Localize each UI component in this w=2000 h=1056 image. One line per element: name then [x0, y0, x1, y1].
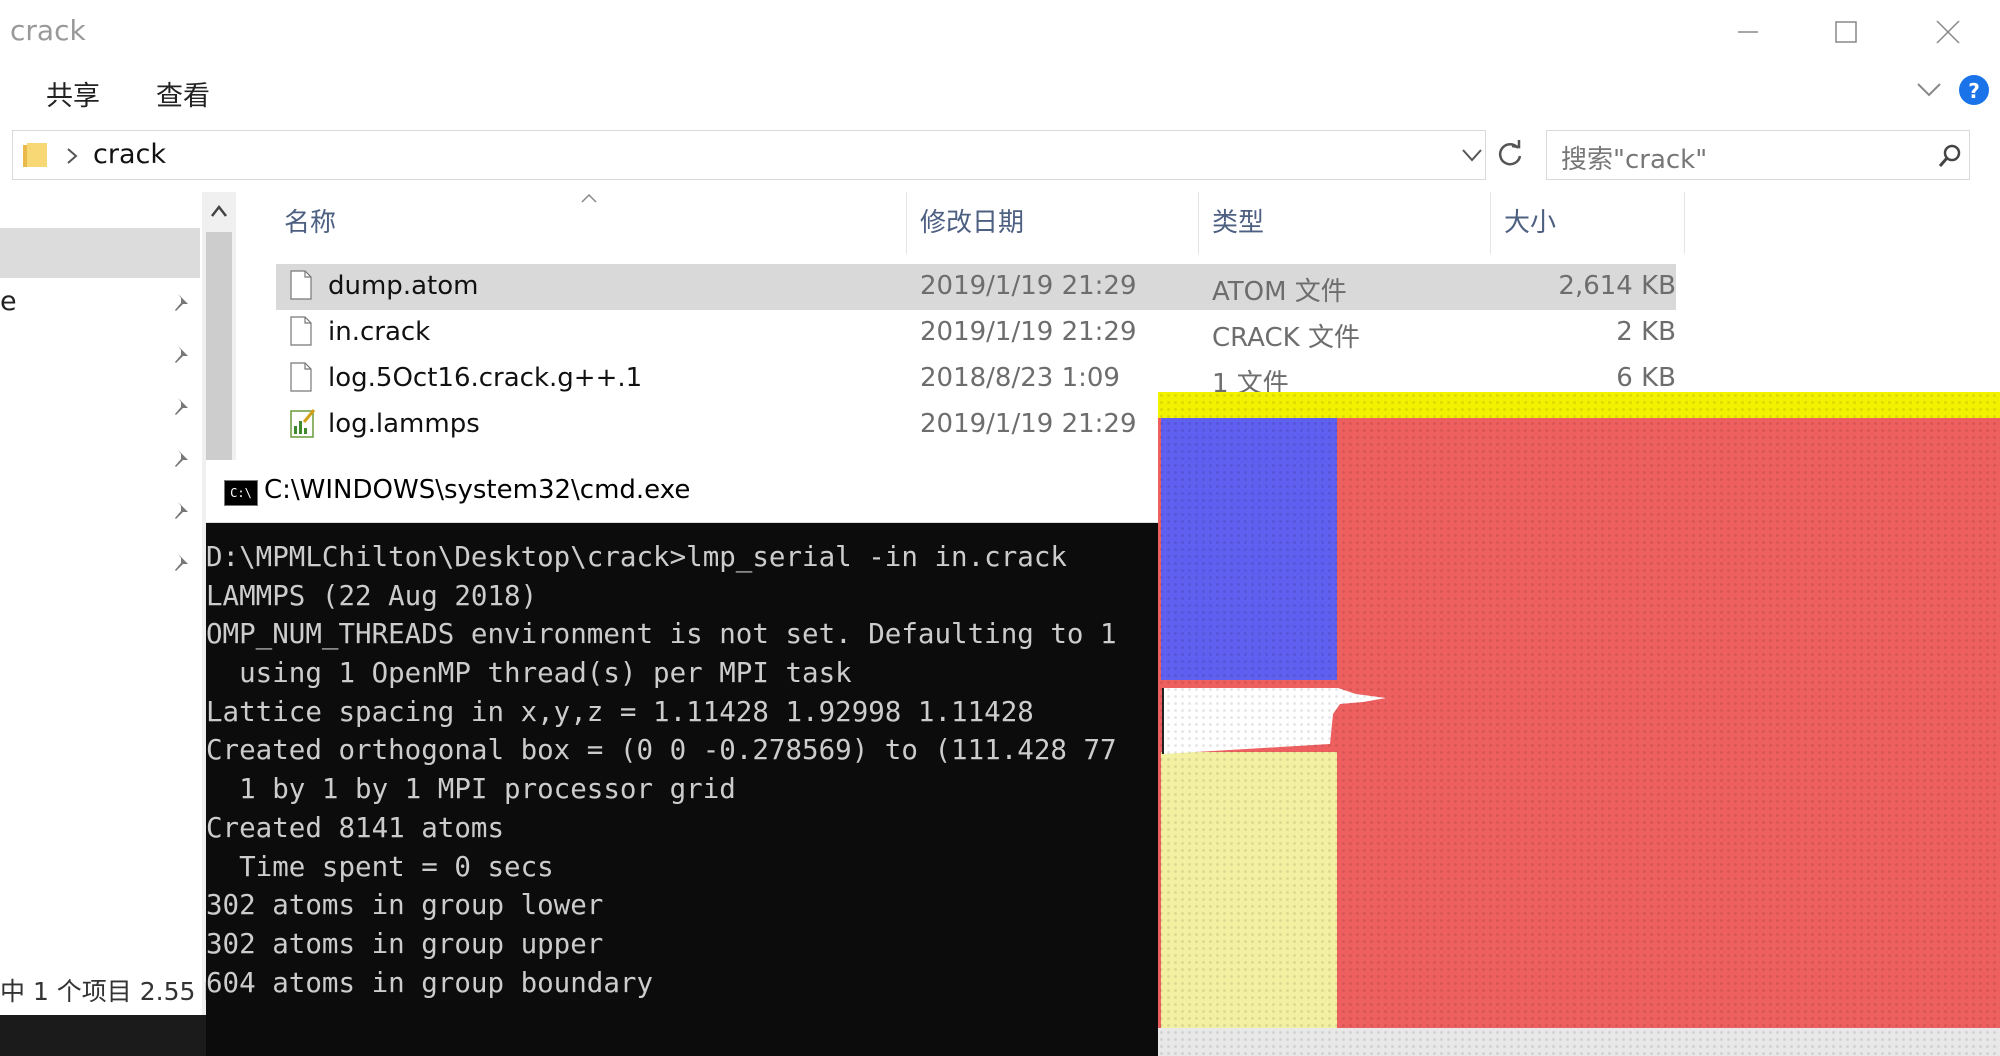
atom-texture	[1158, 392, 2000, 1056]
pin-icon[interactable]	[172, 552, 192, 572]
navigation-pane: e	[0, 192, 202, 1015]
console-line: Created 8141 atoms	[206, 811, 505, 844]
console-line: using 1 OpenMP thread(s) per MPI task	[206, 657, 852, 690]
cmd-window: C:\ C:\WINDOWS\system32\cmd.exe D:\MPMLC…	[206, 460, 1168, 1056]
cmd-title-bar[interactable]: C:\ C:\WINDOWS\system32\cmd.exe	[206, 460, 1168, 523]
column-header-date[interactable]: 修改日期	[920, 202, 1024, 239]
file-row[interactable]: dump.atom 2019/1/19 21:29 ATOM 文件 2,614 …	[276, 264, 1676, 310]
chevron-down-icon[interactable]	[1461, 147, 1483, 163]
file-date: 2019/1/19 21:29	[920, 271, 1137, 301]
tab-view[interactable]: 查看	[156, 74, 210, 113]
file-icon	[290, 270, 312, 300]
console-line: OMP_NUM_THREADS environment is not set. …	[206, 618, 1117, 651]
cmd-icon: C:\	[224, 480, 258, 506]
console-line: D:\MPMLChilton\Desktop\crack>lmp_serial …	[206, 541, 1067, 573]
file-type: ATOM 文件	[1212, 277, 1347, 307]
pin-icon[interactable]	[172, 396, 192, 416]
title-bar: crack	[0, 0, 2000, 64]
file-row[interactable]: in.crack 2019/1/19 21:29 CRACK 文件 2 KB	[276, 310, 1676, 356]
file-name: in.crack	[328, 317, 431, 347]
address-bar[interactable]: crack	[12, 130, 1486, 180]
column-separator[interactable]	[1198, 192, 1199, 254]
search-placeholder: 搜索"crack"	[1561, 145, 1708, 175]
close-button[interactable]	[1918, 8, 1978, 56]
console-line: 302 atoms in group lower	[206, 889, 604, 922]
console-line: Time spent = 0 secs	[206, 850, 554, 883]
crack-simulation-render	[1158, 392, 2000, 1056]
maximize-button[interactable]	[1816, 8, 1876, 56]
svg-text:?: ?	[1968, 79, 1980, 103]
file-type: CRACK 文件	[1212, 323, 1360, 353]
address-path: crack	[93, 139, 166, 170]
column-header-type[interactable]: 类型	[1212, 202, 1264, 239]
console-line: LAMMPS (22 Aug 2018)	[206, 579, 538, 612]
nav-item-label[interactable]: e	[0, 286, 17, 317]
help-icon[interactable]: ?	[1958, 74, 1990, 106]
file-size: 6 KB	[1616, 363, 1676, 393]
pin-icon[interactable]	[172, 292, 192, 312]
file-name: dump.atom	[328, 271, 479, 301]
ribbon: 共享 查看 ?	[0, 64, 2000, 118]
status-bar-text: 中 1 个项目 2.55 M	[0, 977, 225, 1006]
console-line: Created orthogonal box = (0 0 -0.278569)…	[206, 734, 1117, 767]
file-icon	[290, 362, 312, 392]
column-separator[interactable]	[1490, 192, 1491, 254]
pin-icon[interactable]	[172, 344, 192, 364]
column-separator[interactable]	[906, 192, 907, 254]
tab-share[interactable]: 共享	[46, 74, 100, 113]
chevron-down-icon[interactable]	[1916, 80, 1942, 100]
minimize-icon	[1738, 31, 1758, 33]
nav-item-selected[interactable]	[0, 228, 200, 278]
refresh-icon[interactable]	[1494, 138, 1526, 170]
log-file-icon	[290, 409, 316, 438]
cmd-window-title: C:\WINDOWS\system32\cmd.exe	[264, 475, 691, 505]
sort-ascending-icon	[581, 193, 597, 203]
folder-icon	[23, 143, 47, 167]
minimize-button[interactable]	[1718, 8, 1778, 56]
column-header-name[interactable]: 名称	[284, 202, 336, 239]
file-date: 2018/8/23 1:09	[920, 363, 1120, 393]
console-line: 302 atoms in group upper	[206, 927, 604, 960]
file-name: log.lammps	[328, 409, 480, 439]
chevron-right-icon	[67, 148, 78, 164]
pin-icon[interactable]	[172, 448, 192, 468]
column-header-size[interactable]: 大小	[1504, 202, 1556, 239]
pin-icon[interactable]	[172, 500, 192, 520]
cmd-console-output[interactable]: D:\MPMLChilton\Desktop\crack>lmp_serial …	[206, 538, 1168, 1056]
file-date: 2019/1/19 21:29	[920, 317, 1137, 347]
search-icon[interactable]	[1937, 143, 1963, 169]
file-icon	[290, 316, 312, 346]
scroll-up-icon[interactable]	[210, 204, 228, 218]
file-date: 2019/1/19 21:29	[920, 409, 1137, 439]
close-icon	[1936, 20, 1960, 44]
file-size: 2,614 KB	[1558, 271, 1676, 301]
console-line: 1 by 1 by 1 MPI processor grid	[206, 773, 736, 806]
column-separator[interactable]	[1684, 192, 1685, 254]
file-size: 2 KB	[1616, 317, 1676, 347]
atom-visualization-window[interactable]	[1158, 392, 2000, 1056]
search-box[interactable]: 搜索"crack"	[1546, 130, 1970, 180]
console-line: Lattice spacing in x,y,z = 1.11428 1.929…	[206, 695, 1034, 728]
maximize-icon	[1835, 21, 1857, 43]
console-line: 604 atoms in group boundary	[206, 966, 654, 999]
file-name: log.5Oct16.crack.g++.1	[328, 363, 643, 393]
window-title: crack	[10, 14, 86, 47]
